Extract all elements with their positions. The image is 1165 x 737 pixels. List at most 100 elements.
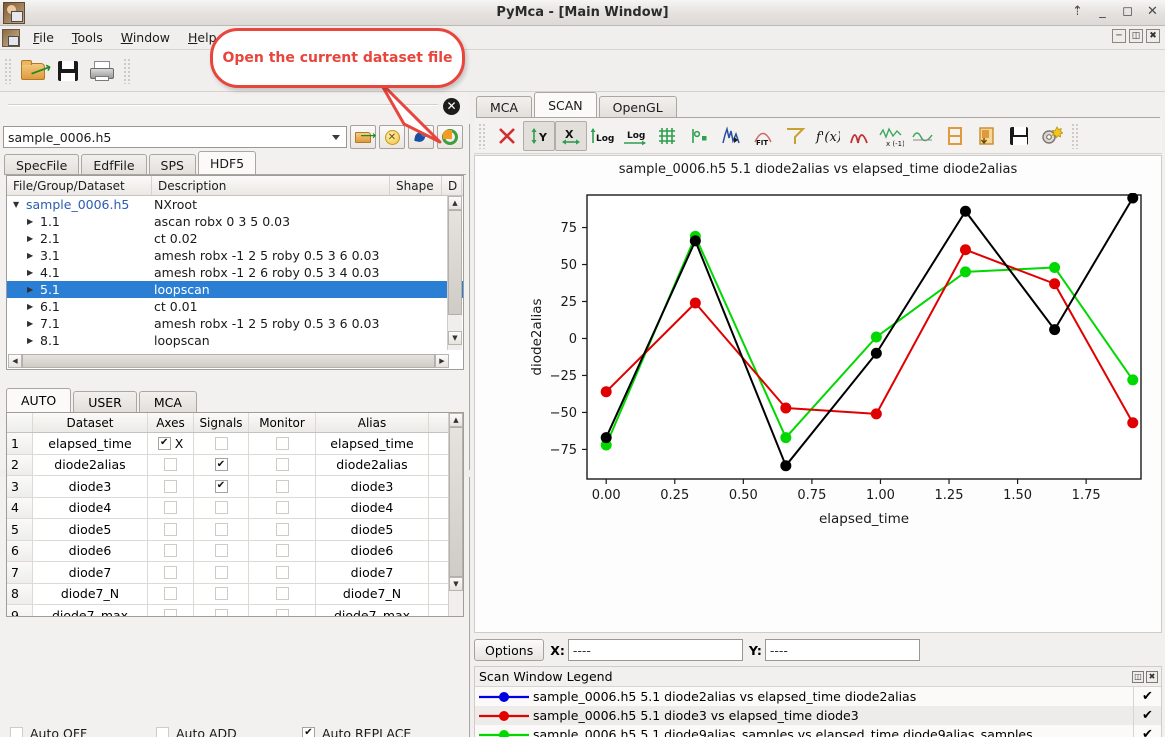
table-row[interactable]: 8 diode7_N diode7_N [7, 583, 463, 605]
chevron-right-icon[interactable]: ▶ [27, 319, 38, 328]
monitor-cell[interactable] [249, 454, 316, 475]
table-row[interactable]: 6 diode6 diode6 [7, 540, 463, 562]
close-icon[interactable]: ✕ [1144, 3, 1161, 20]
minimize-icon[interactable]: _ [1094, 3, 1111, 20]
signals-cell[interactable] [194, 497, 249, 518]
print-plot-icon[interactable] [1084, 121, 1124, 151]
legend-entry[interactable]: sample_0006.h5 5.1 diode2alias vs elapse… [475, 687, 1161, 706]
toolbar-grip[interactable] [4, 57, 13, 84]
table-row[interactable]: 2 diode2alias ✔ diode2alias [7, 454, 463, 476]
x-coordinate-field[interactable]: ---- [567, 639, 743, 661]
checkbox[interactable]: ✔ [214, 479, 228, 493]
checkbox[interactable] [275, 501, 289, 515]
source-tab-hdf5[interactable]: HDF5 [197, 151, 257, 175]
dataset-vertical-scrollbar[interactable]: ▲ ▼ [448, 413, 463, 616]
checkbox[interactable] [164, 501, 177, 515]
axes-cell[interactable] [148, 605, 194, 616]
monitor-cell[interactable] [249, 562, 316, 583]
checkbox[interactable] [214, 501, 228, 515]
tree-row[interactable]: ▶ 2.1 ct 0.02 [7, 230, 463, 247]
alias-cell[interactable]: diode7_N [316, 583, 429, 604]
alias-cell[interactable]: diode7_max [316, 605, 429, 616]
scroll-down-icon[interactable]: ▼ [448, 331, 462, 345]
axes-cell[interactable] [148, 562, 194, 583]
alias-cell[interactable]: diode7 [316, 562, 429, 583]
monitor-cell[interactable] [249, 605, 316, 616]
close-dataset-icon[interactable]: ✕ [379, 125, 405, 149]
tree-row[interactable]: ▶9.1amesh robx -1 2 6 roby 0.5 3 4 0.03 [7, 349, 463, 351]
axes-cell[interactable] [148, 454, 194, 475]
scroll-right-icon[interactable]: ▶ [435, 354, 449, 368]
axes-cell[interactable] [148, 583, 194, 604]
tree-col-description[interactable]: Description [152, 176, 390, 195]
plot-canvas[interactable]: −75 −50 −25 0 25 50 75 0.00 0.25 0.50 0.75 1.00 1.25… [475, 177, 1161, 625]
option-auto-add[interactable]: Auto ADD [156, 726, 302, 737]
options-button[interactable]: Options [474, 639, 545, 661]
checkbox[interactable] [275, 458, 289, 472]
y-log-icon[interactable]: Log [587, 121, 619, 151]
chevron-right-icon[interactable]: ▶ [27, 251, 38, 260]
undock-icon[interactable]: ◫ [1132, 670, 1144, 683]
tree-row[interactable]: ▶ 3.1 amesh robx -1 2 5 roby 0.5 3 6 0.03 [7, 247, 463, 264]
checkbox[interactable] [164, 522, 177, 536]
checkbox[interactable] [275, 544, 289, 558]
alias-cell[interactable]: diode5 [316, 519, 429, 540]
checkbox[interactable] [164, 544, 177, 558]
hdf5-tree[interactable]: File/Group/Dataset Description Shape D ▼… [6, 175, 464, 370]
checkbox[interactable] [214, 608, 228, 616]
source-tab-sps[interactable]: SPS [148, 154, 196, 175]
table-row[interactable]: 3 diode3 ✔ diode3 [7, 476, 463, 498]
background-icon[interactable] [939, 121, 971, 151]
roi-icon[interactable] [715, 121, 747, 151]
alias-cell[interactable]: diode4 [316, 497, 429, 518]
table-row[interactable]: 9 diode7_max diode7_max [7, 605, 463, 616]
toolbar-grip-2[interactable] [123, 57, 132, 84]
monitor-cell[interactable] [249, 497, 316, 518]
tree-horizontal-scrollbar[interactable]: ◀ ▶ [8, 354, 449, 368]
save-icon[interactable] [1003, 121, 1035, 151]
open-dataset-folder-icon[interactable]: ⟶ [350, 125, 376, 149]
signals-cell[interactable]: ✔ [194, 454, 249, 475]
mdi-close-icon[interactable]: ✖ [1146, 29, 1160, 43]
ds-scroll-thumb[interactable] [449, 427, 463, 577]
plot-toolbar-grip[interactable] [478, 122, 487, 149]
chevron-right-icon[interactable]: ▶ [27, 336, 38, 345]
checkbox[interactable] [214, 565, 228, 579]
dataset-tab-mca[interactable]: MCA [138, 391, 197, 412]
chevron-right-icon[interactable]: ▶ [27, 285, 38, 294]
y-autoscale-icon[interactable]: Y [523, 120, 555, 151]
col-alias[interactable]: Alias [316, 413, 429, 432]
signals-cell[interactable] [194, 540, 249, 561]
dataset-tab-auto[interactable]: AUTO [6, 388, 72, 412]
checkbox[interactable] [10, 726, 23, 737]
monitor-cell[interactable] [249, 433, 316, 454]
tree-vertical-scrollbar[interactable]: ▲ ▼ [447, 196, 462, 350]
plot-tab-opengl[interactable]: OpenGL [598, 96, 677, 118]
chevron-right-icon[interactable]: ▶ [27, 268, 38, 277]
checkbox[interactable]: ✔ [214, 458, 228, 472]
smooth-icon[interactable] [907, 121, 939, 151]
legend-visibility-checkbox[interactable]: ✔ [1133, 725, 1161, 737]
maximize-icon[interactable]: ◻ [1119, 3, 1136, 20]
settings-icon[interactable] [1035, 121, 1067, 151]
table-row[interactable]: 5 diode5 diode5 [7, 519, 463, 541]
source-file-combo[interactable]: sample_0006.h5 [3, 126, 347, 148]
legend-entry[interactable]: sample_0006.h5 5.1 diode9alias_samples v… [475, 725, 1161, 737]
signals-cell[interactable]: ✔ [194, 476, 249, 497]
signals-cell[interactable] [194, 583, 249, 604]
checkbox[interactable] [275, 587, 289, 601]
subtract-icon[interactable]: x (-1) [875, 121, 907, 151]
col-axes[interactable]: Axes [148, 413, 194, 432]
close-source-icon[interactable]: ✕ [443, 98, 460, 115]
axes-cell[interactable] [148, 540, 194, 561]
legend-visibility-checkbox[interactable]: ✔ [1133, 706, 1161, 725]
markers-icon[interactable] [683, 121, 715, 151]
axes-cell[interactable] [148, 519, 194, 540]
checkbox[interactable] [156, 726, 169, 737]
chevron-right-icon[interactable]: ▶ [27, 302, 38, 311]
x-autoscale-icon[interactable]: X [555, 120, 587, 151]
monitor-cell[interactable] [249, 540, 316, 561]
monitor-cell[interactable] [249, 583, 316, 604]
checkbox[interactable] [214, 436, 228, 450]
source-tab-specfile[interactable]: SpecFile [4, 154, 80, 175]
